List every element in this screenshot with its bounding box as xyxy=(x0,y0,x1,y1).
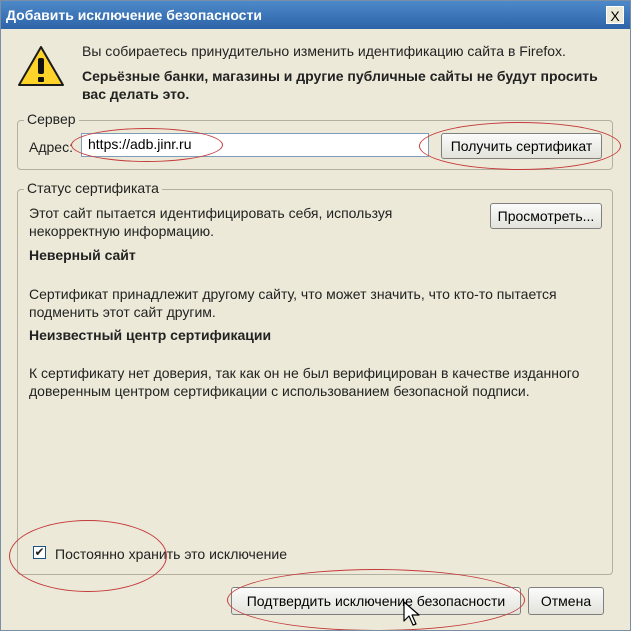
mouse-cursor-icon xyxy=(403,601,420,626)
add-security-exception-dialog: Добавить исключение безопасности X Вы со… xyxy=(0,0,631,631)
title-bar: Добавить исключение безопасности X xyxy=(1,1,630,29)
address-input[interactable]: https://adb.jinr.ru xyxy=(81,133,429,157)
issue-text: К сертификату нет доверия, так как он не… xyxy=(29,365,580,399)
intro-message: Вы собираетесь принудительно изменить ид… xyxy=(82,43,566,59)
permanent-label: Постоянно хранить это исключение xyxy=(55,546,287,562)
view-certificate-label: Просмотреть... xyxy=(497,208,595,224)
get-certificate-button[interactable]: Получить сертификат xyxy=(441,133,602,159)
address-value: https://adb.jinr.ru xyxy=(88,136,192,152)
status-summary: Этот сайт пытается идентифицировать себя… xyxy=(29,205,393,239)
get-certificate-label: Получить сертификат xyxy=(450,138,593,154)
confirm-exception-button[interactable]: Подтвердить исключение безопасности xyxy=(231,587,521,615)
intro-warning: Серьёзные банки, магазины и другие публи… xyxy=(82,68,598,102)
permanent-checkbox[interactable]: ✔ xyxy=(33,546,46,559)
certificate-status-legend: Статус сертификата xyxy=(24,180,162,196)
address-label: Адрес: xyxy=(29,139,73,155)
dialog-body: Вы собираетесь принудительно изменить ид… xyxy=(1,29,630,630)
cancel-label: Отмена xyxy=(540,593,592,609)
cancel-button[interactable]: Отмена xyxy=(528,587,604,615)
confirm-exception-label: Подтвердить исключение безопасности xyxy=(246,593,506,609)
warning-icon xyxy=(18,46,64,86)
close-icon: X xyxy=(610,8,620,24)
close-button[interactable]: X xyxy=(606,6,624,24)
window-title: Добавить исключение безопасности xyxy=(6,7,262,23)
view-certificate-button[interactable]: Просмотреть... xyxy=(490,203,602,229)
issue-title: Неизвестный центр сертификации xyxy=(29,327,272,343)
server-legend: Сервер xyxy=(24,111,79,127)
issue-title: Неверный сайт xyxy=(29,247,136,263)
issue-text: Сертификат принадлежит другому сайту, чт… xyxy=(29,286,557,320)
checkmark-icon: ✔ xyxy=(34,545,45,559)
